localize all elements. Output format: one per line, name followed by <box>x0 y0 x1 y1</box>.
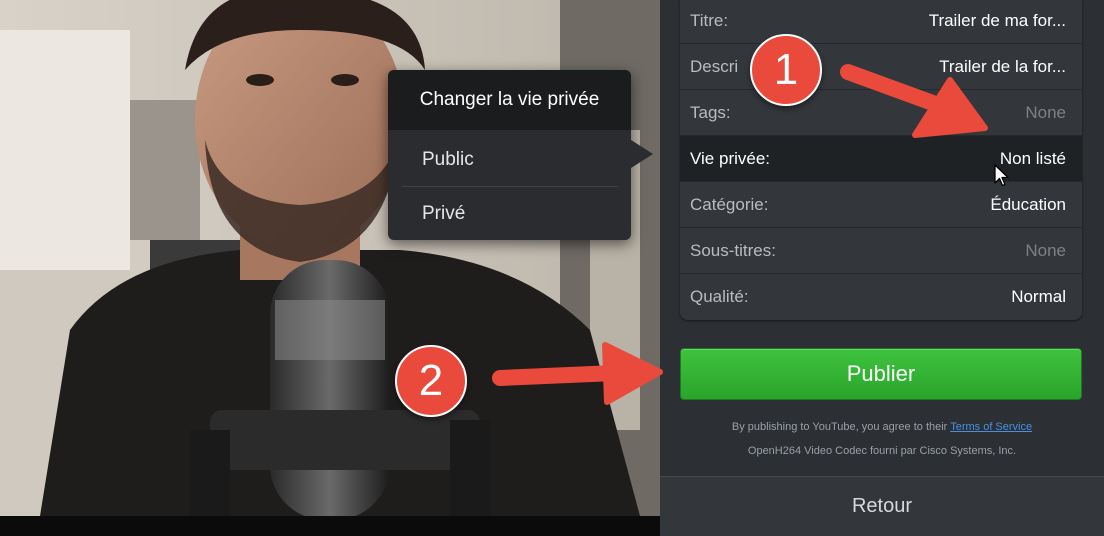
popover-title: Changer la vie privée <box>388 70 631 130</box>
property-label: Catégorie: <box>690 194 769 214</box>
export-panel: Titre: Trailer de ma for... Descri Trail… <box>660 0 1104 536</box>
popover-arrow-icon <box>631 140 653 168</box>
property-label: Sous-titres: <box>690 240 776 260</box>
annotation-badge-2: 2 <box>395 345 467 417</box>
property-label: Tags: <box>690 102 731 122</box>
property-value: None <box>1025 102 1066 122</box>
video-bottom-bar <box>0 516 660 536</box>
property-value: Trailer de la for... <box>939 56 1066 76</box>
terms-of-service-link[interactable]: Terms of Service <box>950 421 1032 433</box>
property-label: Qualité: <box>690 287 749 306</box>
publish-terms-text: By publishing to YouTube, you agree to t… <box>660 421 1104 433</box>
property-label: Descri <box>690 56 739 76</box>
property-value: None <box>1025 240 1066 260</box>
privacy-popover: Changer la vie privée Public Privé <box>388 70 631 240</box>
property-row-tags[interactable]: Tags: None <box>680 90 1082 136</box>
property-row-category[interactable]: Catégorie: Éducation <box>680 182 1082 228</box>
properties-list: Titre: Trailer de ma for... Descri Trail… <box>680 0 1082 320</box>
property-label: Vie privée: <box>690 148 771 168</box>
codec-credit-text: OpenH264 Video Codec fourni par Cisco Sy… <box>747 445 1017 457</box>
property-row-description[interactable]: Descri Trailer de la for... <box>680 44 1082 90</box>
property-row-quality[interactable]: Qualité: Normal <box>680 274 1082 320</box>
popover-divider <box>402 186 618 187</box>
property-value: Normal <box>1011 287 1066 306</box>
property-row-subtitles[interactable]: Sous-titres: None <box>680 228 1082 274</box>
property-label: Titre: <box>690 10 729 30</box>
annotation-badge-1: 1 <box>750 34 822 106</box>
property-value: Éducation <box>990 194 1066 214</box>
property-value: Trailer de ma for... <box>928 10 1066 30</box>
terms-prefix: By publishing to YouTube, you agree to t… <box>731 421 951 433</box>
privacy-option-private[interactable]: Privé <box>402 188 618 240</box>
mouse-pointer-icon <box>994 164 1009 187</box>
publish-button[interactable]: Publier <box>680 348 1082 400</box>
back-button[interactable]: Retour <box>660 476 1104 536</box>
property-row-title[interactable]: Titre: Trailer de ma for... <box>680 0 1082 44</box>
property-row-privacy[interactable]: Vie privée: Non listé <box>680 136 1082 182</box>
privacy-option-public[interactable]: Public <box>402 134 618 186</box>
